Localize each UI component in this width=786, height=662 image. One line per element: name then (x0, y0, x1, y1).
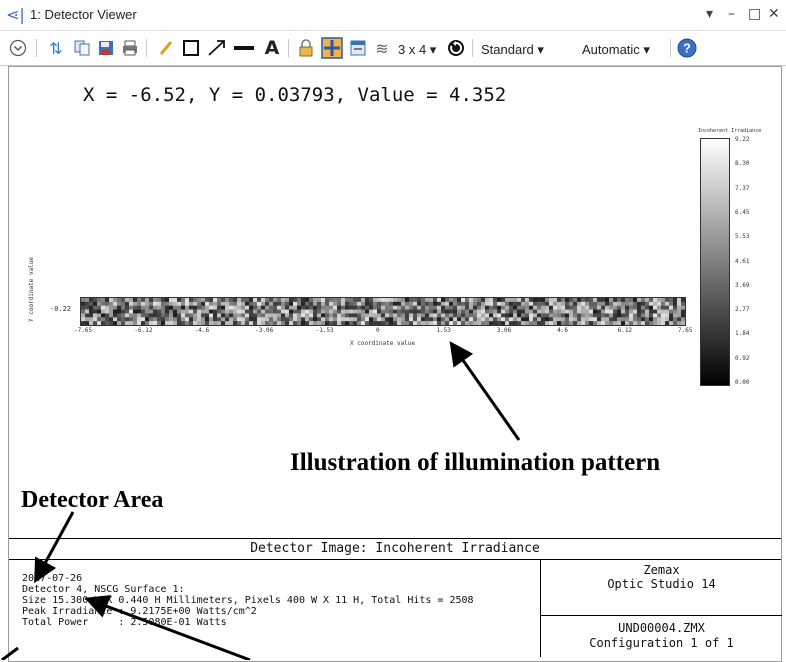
info-title: Detector Image: Incoherent Irradiance (9, 539, 781, 560)
configuration-label: Configuration 1 of 1 (589, 636, 734, 650)
info-right-panel: Zemax Optic Studio 14 UND00004.ZMX Confi… (540, 560, 782, 657)
product-name: Optic Studio 14 (607, 577, 716, 591)
info-line: Detector 4, NSCG Surface 1: (22, 584, 185, 595)
info-line: Peak Irradiance : 9.2175E+00 Watts/cm^2 (22, 606, 257, 617)
detector-area-annotation: Detector Area (21, 487, 164, 513)
vendor-name: Zemax (643, 563, 680, 577)
illumination-annotation: Illustration of illumination pattern (290, 449, 661, 476)
info-line: Size 15.300 W X 0.440 H Millimeters, Pix… (22, 595, 474, 606)
info-vendor-box: Zemax Optic Studio 14 (541, 560, 782, 616)
file-name: UND00004.ZMX (618, 621, 705, 635)
info-line: Total Power : 2.5080E-01 Watts (22, 617, 227, 628)
info-text: 2017-07-26 Detector 4, NSCG Surface 1: Siz… (22, 573, 474, 628)
info-panel: Detector Image: Incoherent Irradiance 20… (9, 538, 782, 657)
info-line: 2017-07-26 (22, 573, 83, 584)
